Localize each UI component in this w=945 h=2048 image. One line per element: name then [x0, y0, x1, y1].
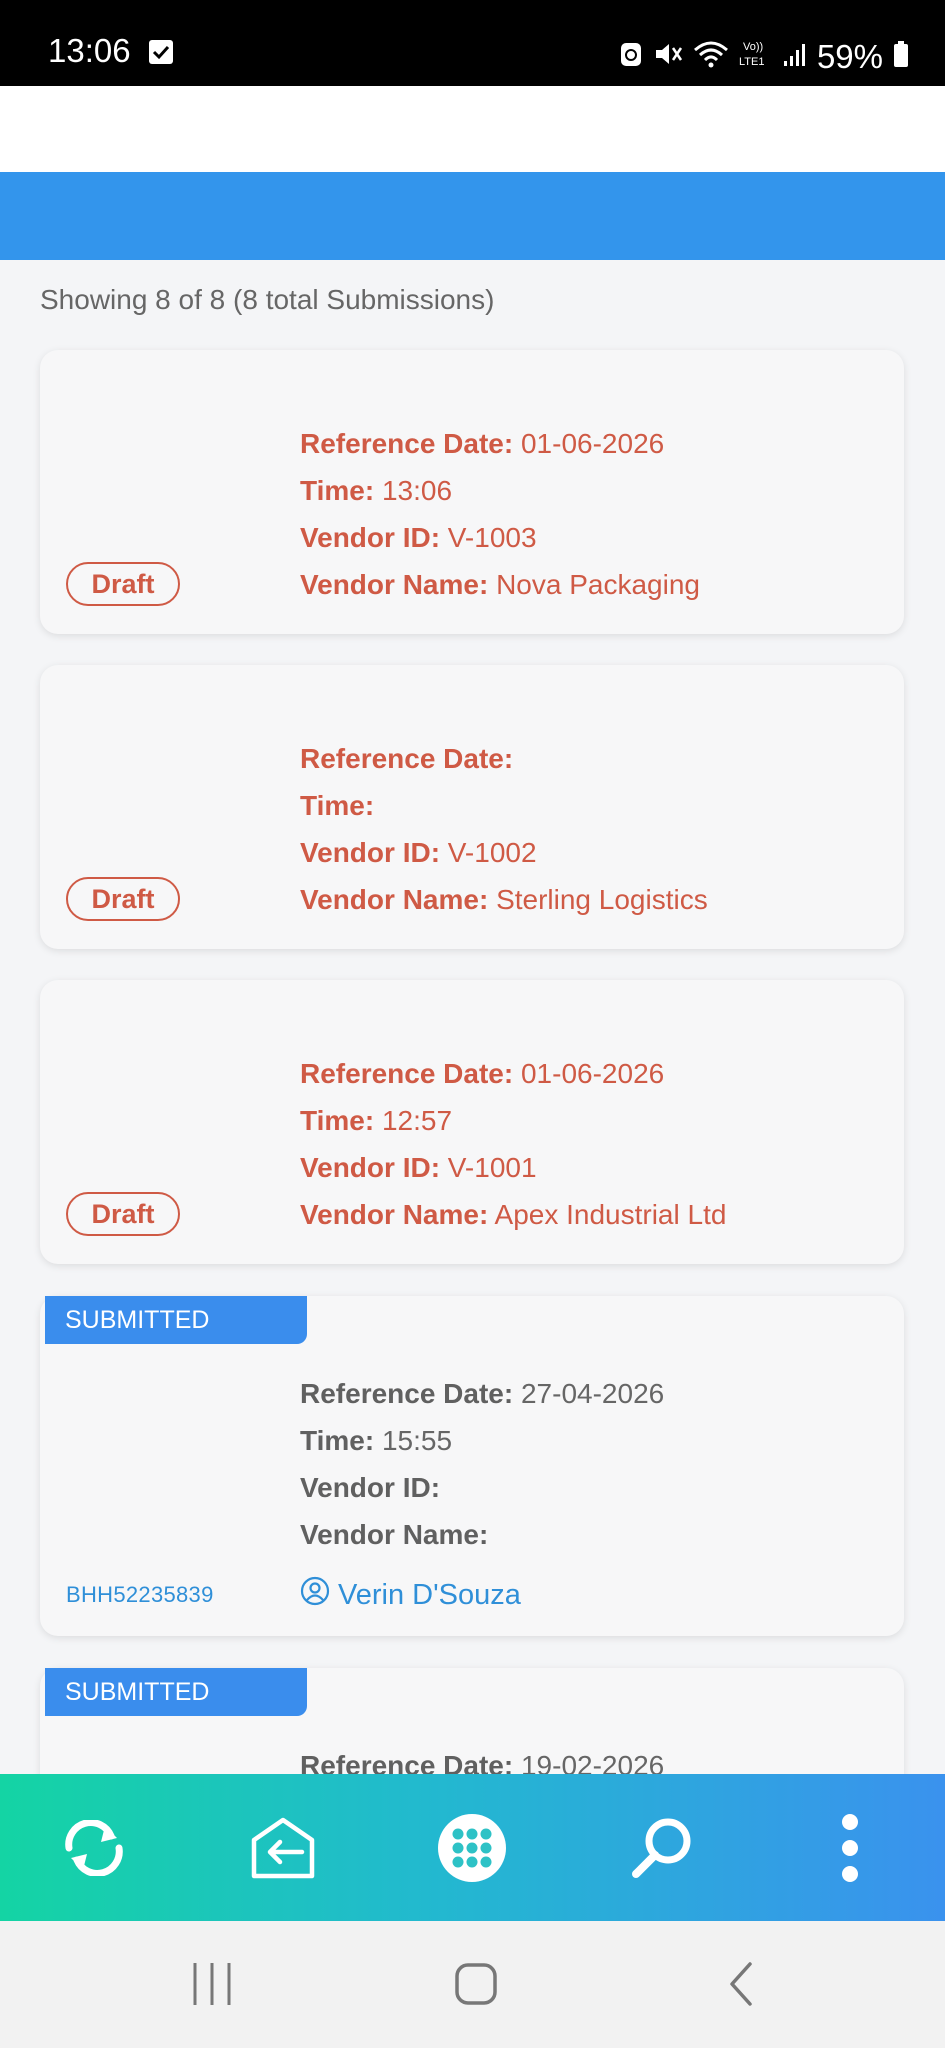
vendor-name-value: Nova Packaging [496, 569, 700, 600]
reference-date-value: 27-04-2026 [520, 1378, 665, 1409]
results-summary: Showing 8 of 8 (8 total Submissions) [40, 284, 495, 315]
status-badge: Draft [66, 1192, 180, 1236]
svg-text:LTE1: LTE1 [739, 56, 764, 68]
vendor-id-value: V-1001 [447, 1152, 537, 1183]
vendor-id-row: Vendor ID: V-1003 [300, 514, 700, 561]
time-value: 13:06 [381, 475, 453, 506]
time-label: Time: [300, 1105, 375, 1136]
vendor-id-row: Vendor ID: V-1001 [300, 1144, 726, 1191]
reference-date-row: Reference Date: 01-06-2026 [300, 420, 700, 467]
vendor-id-value: V-1003 [447, 522, 537, 553]
battery-percentage: 59% [816, 37, 883, 75]
reference-date-row: Reference Date: 27-04-2026 [300, 1370, 664, 1417]
recent-apps-icon[interactable] [190, 1961, 234, 2012]
home-icon[interactable] [454, 1961, 498, 2012]
reference-date-label: Reference Date: [300, 1378, 514, 1409]
time-row: Time: 15:55 [300, 1417, 664, 1464]
status-time: 13:06 [48, 32, 131, 69]
reference-date-row: Reference Date: 01-06-2026 [300, 1050, 726, 1097]
vendor-id-row: Vendor ID: V-1002 [300, 829, 708, 876]
vendor-name-row: Vendor Name: Apex Industrial Ltd [300, 1191, 726, 1238]
vendor-name-value: Apex Industrial Ltd [494, 1199, 727, 1230]
more-vertical-icon[interactable] [814, 1812, 886, 1884]
reference-date-value: 01-06-2026 [520, 1058, 665, 1089]
time-row: Time: [300, 782, 708, 829]
reference-date-value: 01-06-2026 [520, 428, 665, 459]
vendor-name-value: Sterling Logistics [496, 884, 708, 915]
reference-date-label: Reference Date: [300, 428, 514, 459]
vendor-name-label: Vendor Name: [300, 884, 489, 915]
app-header [0, 86, 945, 172]
vendor-id-row: Vendor ID: [300, 1464, 664, 1511]
back-icon[interactable] [724, 1961, 758, 2012]
submitted-by[interactable]: Verin D'Souza [300, 1576, 521, 1614]
submission-card[interactable]: Reference Date: Time: Vendor ID: V-1002 … [40, 665, 904, 949]
volte-icon: Vo)) LTE1 [739, 38, 773, 75]
bottom-toolbar [0, 1774, 945, 1921]
recycle-icon [619, 40, 643, 73]
mute-icon [653, 40, 683, 73]
submission-card[interactable]: Reference Date: 01-06-2026 Time: 12:57 V… [40, 980, 904, 1264]
time-label: Time: [300, 790, 375, 821]
time-value: 12:57 [381, 1105, 453, 1136]
vendor-id-label: Vendor ID: [300, 1152, 441, 1183]
reference-date-row: Reference Date: [300, 735, 708, 782]
battery-icon [893, 40, 909, 73]
vendor-id-label: Vendor ID: [300, 837, 441, 868]
status-bar: 13:06 Vo)) LTE1 59% [0, 0, 945, 86]
vendor-name-row: Vendor Name: Sterling Logistics [300, 876, 708, 923]
submission-card[interactable]: Reference Date: 01-06-2026 Time: 13:06 V… [40, 350, 904, 634]
system-nav-bar [0, 1921, 945, 2048]
submission-code: BHH52235839 [66, 1582, 214, 1607]
header-bar [0, 172, 945, 260]
time-row: Time: 13:06 [300, 467, 700, 514]
checkbox-notification-icon [149, 40, 173, 64]
search-icon[interactable] [626, 1812, 698, 1884]
signal-icon [783, 41, 807, 72]
time-label: Time: [300, 1425, 375, 1456]
vendor-name-label: Vendor Name: [300, 1199, 489, 1230]
status-badge: Draft [66, 877, 180, 921]
time-row: Time: 12:57 [300, 1097, 726, 1144]
exit-icon[interactable] [247, 1812, 319, 1884]
status-badge: Draft [66, 562, 180, 606]
vendor-name-label: Vendor Name: [300, 1519, 489, 1550]
apps-grid-icon[interactable] [436, 1812, 508, 1884]
status-tag: SUBMITTED [45, 1296, 307, 1344]
time-label: Time: [300, 475, 375, 506]
submitted-by-name: Verin D'Souza [338, 1578, 521, 1611]
time-value: 15:55 [381, 1425, 453, 1456]
submission-card[interactable]: SUBMITTED Reference Date: 27-04-2026 Tim… [40, 1296, 904, 1636]
reference-date-label: Reference Date: [300, 1058, 514, 1089]
vendor-id-label: Vendor ID: [300, 1472, 441, 1503]
vendor-id-value: V-1002 [447, 837, 537, 868]
svg-text:Vo)): Vo)) [743, 41, 763, 53]
vendor-id-label: Vendor ID: [300, 522, 441, 553]
status-tag: SUBMITTED [45, 1668, 307, 1716]
reference-date-label: Reference Date: [300, 743, 514, 774]
wifi-icon [693, 40, 729, 73]
user-circle-icon [300, 1576, 330, 1614]
sync-icon[interactable] [58, 1812, 130, 1884]
vendor-name-row: Vendor Name: [300, 1511, 664, 1558]
vendor-name-row: Vendor Name: Nova Packaging [300, 561, 700, 608]
vendor-name-label: Vendor Name: [300, 569, 489, 600]
